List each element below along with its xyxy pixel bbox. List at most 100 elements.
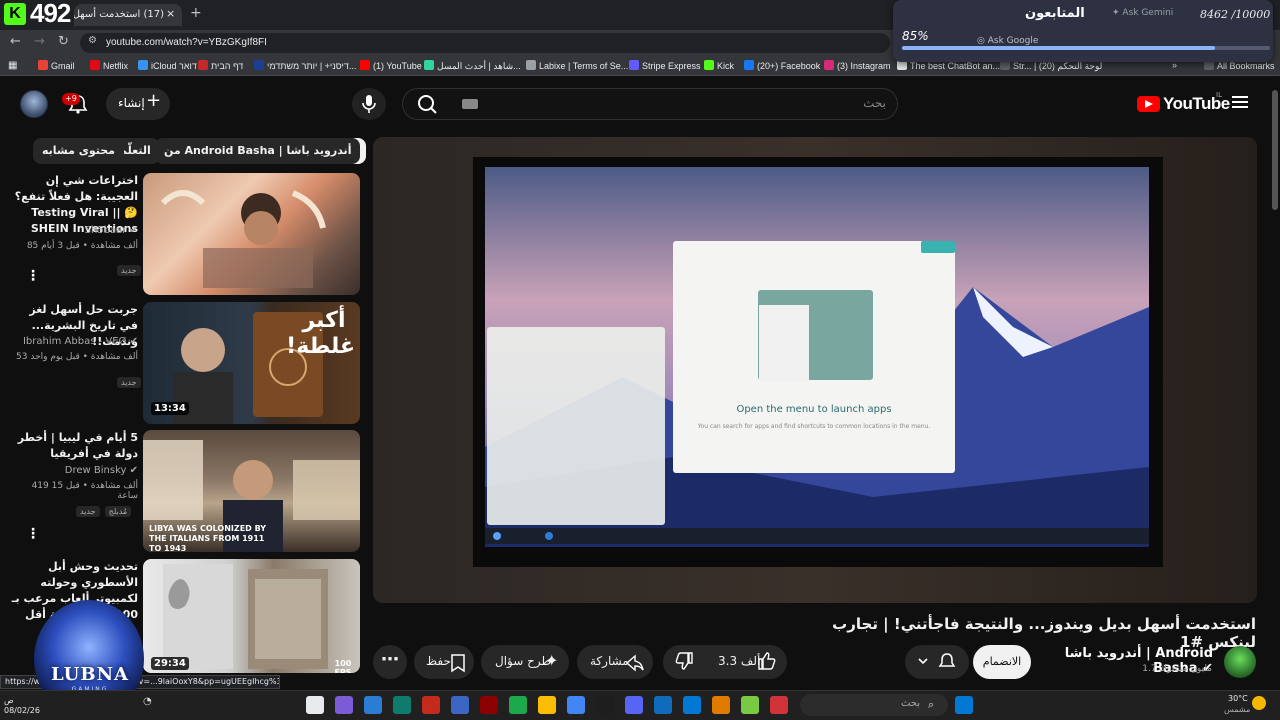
play-icon (1145, 100, 1153, 108)
chip-from-channel[interactable]: من Android Basha | أندرويد باشا (155, 138, 361, 164)
video-thumbnail[interactable]: 29:34 100 FPS (143, 559, 360, 673)
more-actions-icon[interactable]: ⋯ (373, 645, 407, 679)
bookmark-item[interactable]: דיסני+ | יותר משתדמי... (254, 60, 356, 71)
account-avatar[interactable] (20, 90, 48, 118)
create-button[interactable]: إنشاء + (106, 88, 170, 120)
bookmark-item[interactable]: (3) Instagram (824, 60, 891, 71)
video-thumbnail[interactable] (143, 173, 360, 295)
ask-button[interactable]: طرح سؤال ✦ (481, 645, 569, 679)
menu-icon[interactable] (1232, 96, 1248, 98)
forward-arrow-icon[interactable]: → (34, 34, 45, 49)
badges: مُدبلج جديد (76, 499, 132, 518)
taskbar-app-icon[interactable] (509, 696, 527, 714)
taskbar-app-icon[interactable] (596, 696, 614, 714)
scrollbar-thumb[interactable] (1272, 90, 1278, 210)
thumbs-down-icon (675, 652, 693, 670)
back-arrow-icon[interactable]: ← (10, 34, 21, 49)
more-options-icon[interactable]: ⋮ (26, 526, 40, 542)
channel-avatar[interactable] (1224, 646, 1256, 678)
taskbar-app-icon[interactable] (451, 696, 469, 714)
like-button[interactable] (755, 650, 777, 676)
taskbar-app-icon[interactable] (422, 696, 440, 714)
subscribe-notification-button[interactable] (905, 645, 969, 679)
taskbar-app-icon[interactable] (306, 696, 324, 714)
taskbar-app-icon[interactable] (741, 696, 759, 714)
clock-date[interactable]: 08/02/26 (4, 706, 40, 715)
voice-search-button[interactable] (352, 88, 386, 120)
dislike-button[interactable] (674, 650, 696, 676)
bookmark-item[interactable]: (1) YouTube (360, 60, 422, 71)
address-bar[interactable]: youtube.com/watch?v=YBzGKgIf8FI (80, 33, 890, 53)
bookmark-item[interactable]: iCloud דואר (138, 60, 197, 71)
save-button[interactable]: حفظ (414, 645, 474, 679)
bookmark-icon (451, 654, 465, 673)
ask-google-button[interactable]: ◎ Ask Google (977, 36, 1038, 46)
save-label: حفظ (426, 654, 451, 668)
taskbar-app-icon[interactable] (335, 696, 353, 714)
bookmark-item[interactable]: Gmail (38, 60, 75, 71)
windows-start-icon[interactable] (955, 696, 973, 714)
share-button[interactable]: مشاركة (577, 645, 653, 679)
ask-gemini-button[interactable]: ✦ Ask Gemini (1112, 8, 1173, 18)
related-channel[interactable]: Sh5baar ✔ (10, 225, 138, 236)
taskbar-app-icon[interactable] (625, 696, 643, 714)
bookmark-favicon-icon (744, 60, 754, 70)
bookmark-label: Gmail (51, 61, 75, 71)
country-code: IL (1216, 91, 1222, 99)
bookmark-favicon-icon (424, 60, 434, 70)
bookmark-item[interactable]: Labixe | Terms of Se... (526, 60, 628, 71)
related-channel[interactable]: Drew Binsky ✔ (10, 465, 138, 476)
related-title[interactable]: 5 أيام في ليبيا | أخطر دولة في أفريقيا (10, 430, 138, 462)
taskbar-app-icon[interactable] (364, 696, 382, 714)
taskbar-app-icon[interactable] (538, 696, 556, 714)
site-info-icon[interactable]: ⚙ (88, 35, 97, 46)
like-count[interactable]: 3.3 ألف (718, 654, 760, 668)
bookmark-item[interactable]: Netflix (90, 60, 128, 71)
bookmark-label: דיסני+ | יותר משתדמי... (267, 61, 357, 71)
related-channel[interactable]: Ibrahim Abbas - VEØ ✔ (10, 336, 138, 347)
video-thumbnail[interactable]: LIBYA WAS COLONIZED BY THE ITALIANS FROM… (143, 430, 360, 552)
keyboard-icon[interactable] (462, 99, 478, 109)
bookmark-item[interactable]: Stripe Express (629, 60, 701, 71)
taskbar-search[interactable]: بحث (800, 694, 948, 716)
apps-grid-icon[interactable]: ▦ (8, 60, 17, 71)
taskbar-app-icon[interactable] (567, 696, 585, 714)
taskbar-app-icon[interactable] (393, 696, 411, 714)
bookmark-favicon-icon (526, 60, 536, 70)
bookmark-item[interactable]: (20+) Facebook (744, 60, 820, 71)
new-tab-icon[interactable]: + (190, 5, 202, 21)
join-button[interactable]: الانضمام (973, 645, 1031, 679)
taskbar-app-icon[interactable] (770, 696, 788, 714)
bookmark-item[interactable]: Kick (704, 60, 734, 71)
taskbar-app-icon[interactable] (683, 696, 701, 714)
new-badge: جديد (117, 258, 141, 277)
bell-icon (918, 653, 956, 667)
network-icon[interactable]: ◔ (143, 696, 161, 714)
search-input[interactable]: بحث (780, 96, 886, 110)
verified-icon: ✔ (129, 336, 138, 347)
bookmark-favicon-icon (360, 60, 370, 70)
more-options-icon[interactable]: ⋮ (26, 268, 40, 284)
create-label: إنشاء (118, 96, 145, 110)
reload-icon[interactable]: ↻ (58, 34, 69, 49)
search-icon (418, 95, 437, 114)
bookmark-item[interactable]: דף הבית (198, 60, 243, 71)
search-button[interactable] (404, 90, 450, 118)
related-meta: 419 ألف مشاهدة • قبل 15 ساعة (31, 481, 138, 501)
bookmark-label: شاهد | أحدث المسل... (437, 61, 521, 71)
tab-close-icon[interactable]: × (166, 7, 175, 20)
new-badge: جديد (117, 370, 141, 389)
streamer-name-logo: LUBNA (50, 664, 129, 685)
taskbar-app-icon[interactable] (480, 696, 498, 714)
bookmark-label: Kick (717, 61, 735, 71)
taskbar-app-icon[interactable] (654, 696, 672, 714)
video-thumbnail[interactable]: أكبر غلطة! 13:34 (143, 302, 360, 424)
bookmark-item[interactable]: شاهد | أحدث المسل... (424, 60, 521, 72)
subscriber-count: 1.7 مليون مشترك (1142, 664, 1212, 674)
taskbar-app-icon[interactable] (712, 696, 730, 714)
chip-related[interactable]: محتوى مشابه (33, 138, 124, 164)
clock-time[interactable]: ص (4, 696, 14, 705)
thumbnail-art (163, 564, 328, 669)
bookmark-label: Stripe Express (642, 61, 701, 71)
video-player[interactable]: Open the menu to launch apps You can sea… (373, 137, 1257, 603)
